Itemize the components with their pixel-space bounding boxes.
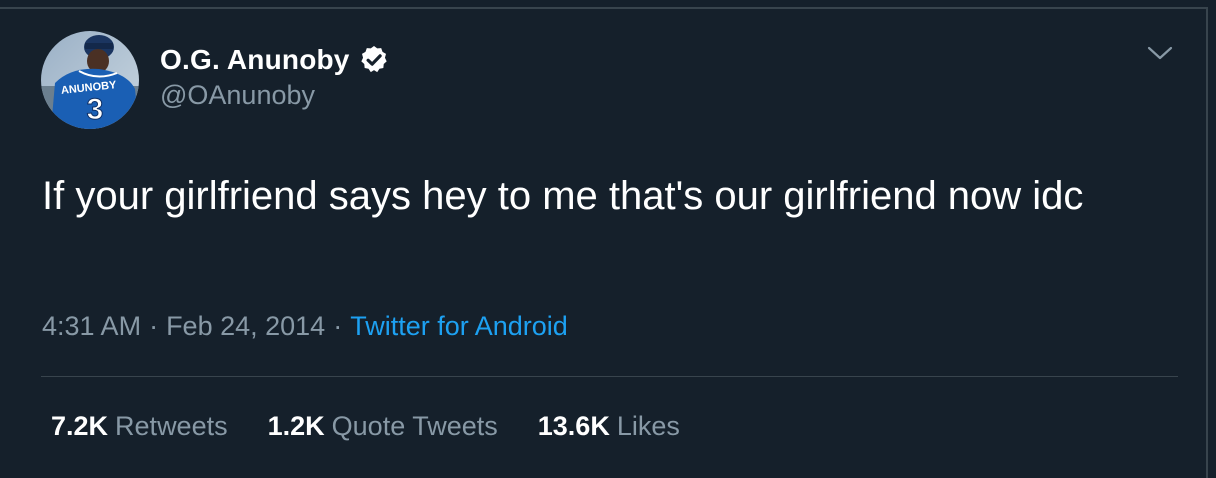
card-right-border [1206, 7, 1208, 478]
quote-tweets-count: 1.2K [267, 411, 325, 441]
card-top-border [0, 7, 1208, 9]
divider [41, 376, 1178, 377]
tweet-text: If your girlfriend says hey to me that's… [42, 174, 1084, 218]
likes-label: Likes [616, 411, 680, 441]
chevron-down-icon[interactable] [1145, 42, 1175, 64]
quote-tweets-label: Quote Tweets [331, 411, 498, 441]
user-handle[interactable]: @OAnunoby [160, 80, 315, 111]
display-name[interactable]: O.G. Anunoby [160, 44, 350, 76]
tweet-card: ANUNOBY 3 O.G. Anunoby @OAnunoby If your… [0, 0, 1216, 478]
quote-tweets-stat[interactable]: 1.2K Quote Tweets [268, 411, 498, 442]
likes-stat[interactable]: 13.6K Likes [538, 411, 680, 442]
avatar-jersey-number: 3 [87, 93, 104, 126]
likes-count: 13.6K [537, 411, 610, 441]
meta-separator: · [333, 311, 343, 341]
name-row: O.G. Anunoby [160, 40, 390, 80]
tweet-meta: 4:31 AM · Feb 24, 2014 · Twitter for Android [42, 311, 568, 342]
verified-badge-icon [360, 46, 387, 73]
retweets-count: 7.2K [51, 411, 109, 441]
retweets-label: Retweets [115, 411, 228, 441]
retweets-stat[interactable]: 7.2K Retweets [51, 411, 228, 442]
tweet-date[interactable]: Feb 24, 2014 [166, 311, 325, 341]
meta-separator: · [149, 311, 159, 341]
tweet-source-link[interactable]: Twitter for Android [350, 311, 568, 341]
tweet-stats: 7.2K Retweets 1.2K Quote Tweets 13.6K Li… [51, 411, 680, 442]
tweet-time[interactable]: 4:31 AM [42, 311, 141, 341]
avatar[interactable]: ANUNOBY 3 [41, 31, 139, 129]
